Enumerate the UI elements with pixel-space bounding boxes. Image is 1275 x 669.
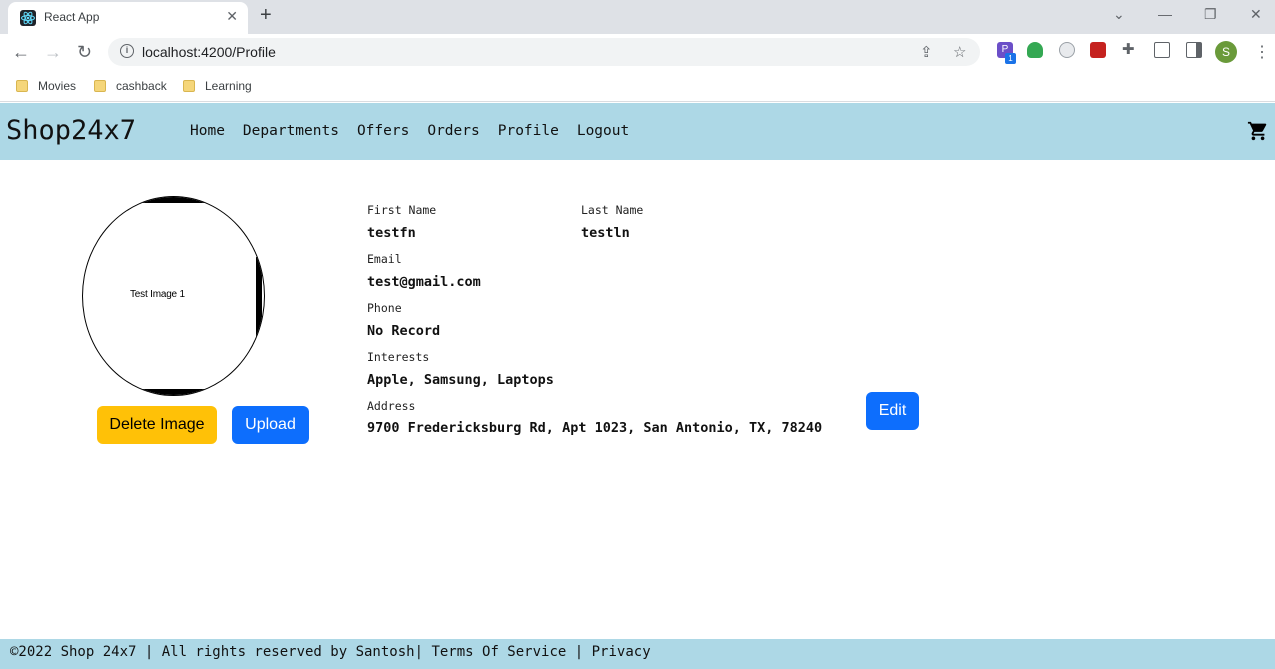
last-name-label: Last Name	[581, 203, 644, 217]
browser-tab[interactable]: React App ✕	[8, 2, 248, 34]
upload-button[interactable]: Upload	[232, 406, 309, 444]
browser-tabstrip: React App ✕ + ⌄ — ❐ ✕	[0, 0, 1275, 34]
phone-value: No Record	[367, 323, 441, 339]
address-label: Address	[367, 399, 416, 413]
tab-title: React App	[44, 10, 100, 24]
profile-avatar[interactable]: S	[1215, 41, 1237, 63]
email-value: test@gmail.com	[367, 274, 481, 290]
browser-toolbar: ← → ↻ i localhost:4200/Profile ⇪ ☆	[0, 34, 1275, 70]
profile-image-text: Test Image 1	[130, 289, 185, 300]
nav-links: Home Departments Offers Orders Profile L…	[190, 123, 647, 139]
back-icon[interactable]: ←	[12, 42, 30, 63]
cast-icon[interactable]	[1154, 42, 1170, 58]
last-name-value: testln	[581, 225, 630, 241]
email-label: Email	[367, 252, 402, 266]
cart-icon[interactable]	[1247, 120, 1269, 147]
window-close-icon[interactable]: ✕	[1250, 6, 1262, 23]
terms-of-service-link[interactable]: Terms Of Service	[431, 644, 566, 660]
nav-link-orders[interactable]: Orders	[427, 123, 479, 139]
folder-icon	[94, 80, 106, 92]
app-navbar: Shop24x7 Home Departments Offers Orders …	[0, 103, 1275, 160]
image-border-bottom	[141, 389, 213, 395]
phone-label: Phone	[367, 301, 402, 315]
nav-link-offers[interactable]: Offers	[357, 123, 409, 139]
nav-link-departments[interactable]: Departments	[243, 123, 339, 139]
site-info-icon[interactable]: i	[120, 44, 134, 58]
interests-value: Apple, Samsung, Laptops	[367, 372, 554, 388]
close-tab-icon[interactable]: ✕	[226, 8, 238, 25]
image-border-right	[256, 257, 262, 337]
nav-link-home[interactable]: Home	[190, 123, 225, 139]
first-name-value: testfn	[367, 225, 416, 241]
forward-icon[interactable]: →	[44, 42, 62, 63]
brand-logo[interactable]: Shop24x7	[6, 115, 136, 146]
restore-icon[interactable]: ❐	[1204, 6, 1217, 23]
browser-menu-icon[interactable]: ⋮	[1254, 42, 1270, 62]
bookmark-movies[interactable]: Movies	[16, 76, 76, 96]
extension-red-icon[interactable]	[1090, 42, 1106, 58]
first-name-label: First Name	[367, 203, 437, 217]
bookmark-cashback[interactable]: cashback	[94, 76, 167, 96]
new-tab-icon[interactable]: +	[260, 4, 272, 27]
share-icon[interactable]: ⇪	[920, 43, 933, 61]
footer-separator: |	[574, 644, 584, 660]
extension-round-icon[interactable]	[1059, 42, 1075, 58]
minimize-icon[interactable]: —	[1158, 6, 1172, 22]
folder-icon	[183, 80, 195, 92]
footer-copyright: ©2022 Shop 24x7 | All rights reserved by…	[10, 644, 424, 660]
bookmark-learning[interactable]: Learning	[183, 76, 252, 96]
folder-icon	[16, 80, 28, 92]
image-border-top	[143, 197, 211, 203]
page-footer: ©2022 Shop 24x7 | All rights reserved by…	[0, 639, 1275, 669]
bookmarks-bar: Movies cashback Learning	[0, 70, 1275, 102]
address-bar[interactable]: i localhost:4200/Profile ⇪ ☆	[108, 38, 980, 66]
profile-image: Test Image 1	[82, 196, 265, 396]
reload-icon[interactable]: ↻	[77, 42, 92, 63]
react-logo-icon	[20, 10, 36, 26]
tab-search-icon[interactable]: ⌄	[1113, 6, 1125, 23]
nav-link-profile[interactable]: Profile	[498, 123, 559, 139]
url-text[interactable]: localhost:4200/Profile	[142, 44, 276, 60]
interests-label: Interests	[367, 350, 430, 364]
delete-image-button[interactable]: Delete Image	[97, 406, 217, 444]
extensions-puzzle-icon[interactable]: ✚	[1122, 42, 1138, 58]
edit-profile-button[interactable]: Edit	[866, 392, 919, 430]
side-panel-icon[interactable]	[1186, 42, 1202, 58]
nav-link-logout[interactable]: Logout	[577, 123, 629, 139]
privacy-link[interactable]: Privacy	[592, 644, 651, 660]
extension-badge: 1	[1005, 53, 1016, 64]
bookmark-star-icon[interactable]: ☆	[953, 43, 966, 61]
address-value: 9700 Fredericksburg Rd, Apt 1023, San An…	[367, 420, 823, 436]
extension-shield-icon[interactable]	[1027, 42, 1043, 58]
